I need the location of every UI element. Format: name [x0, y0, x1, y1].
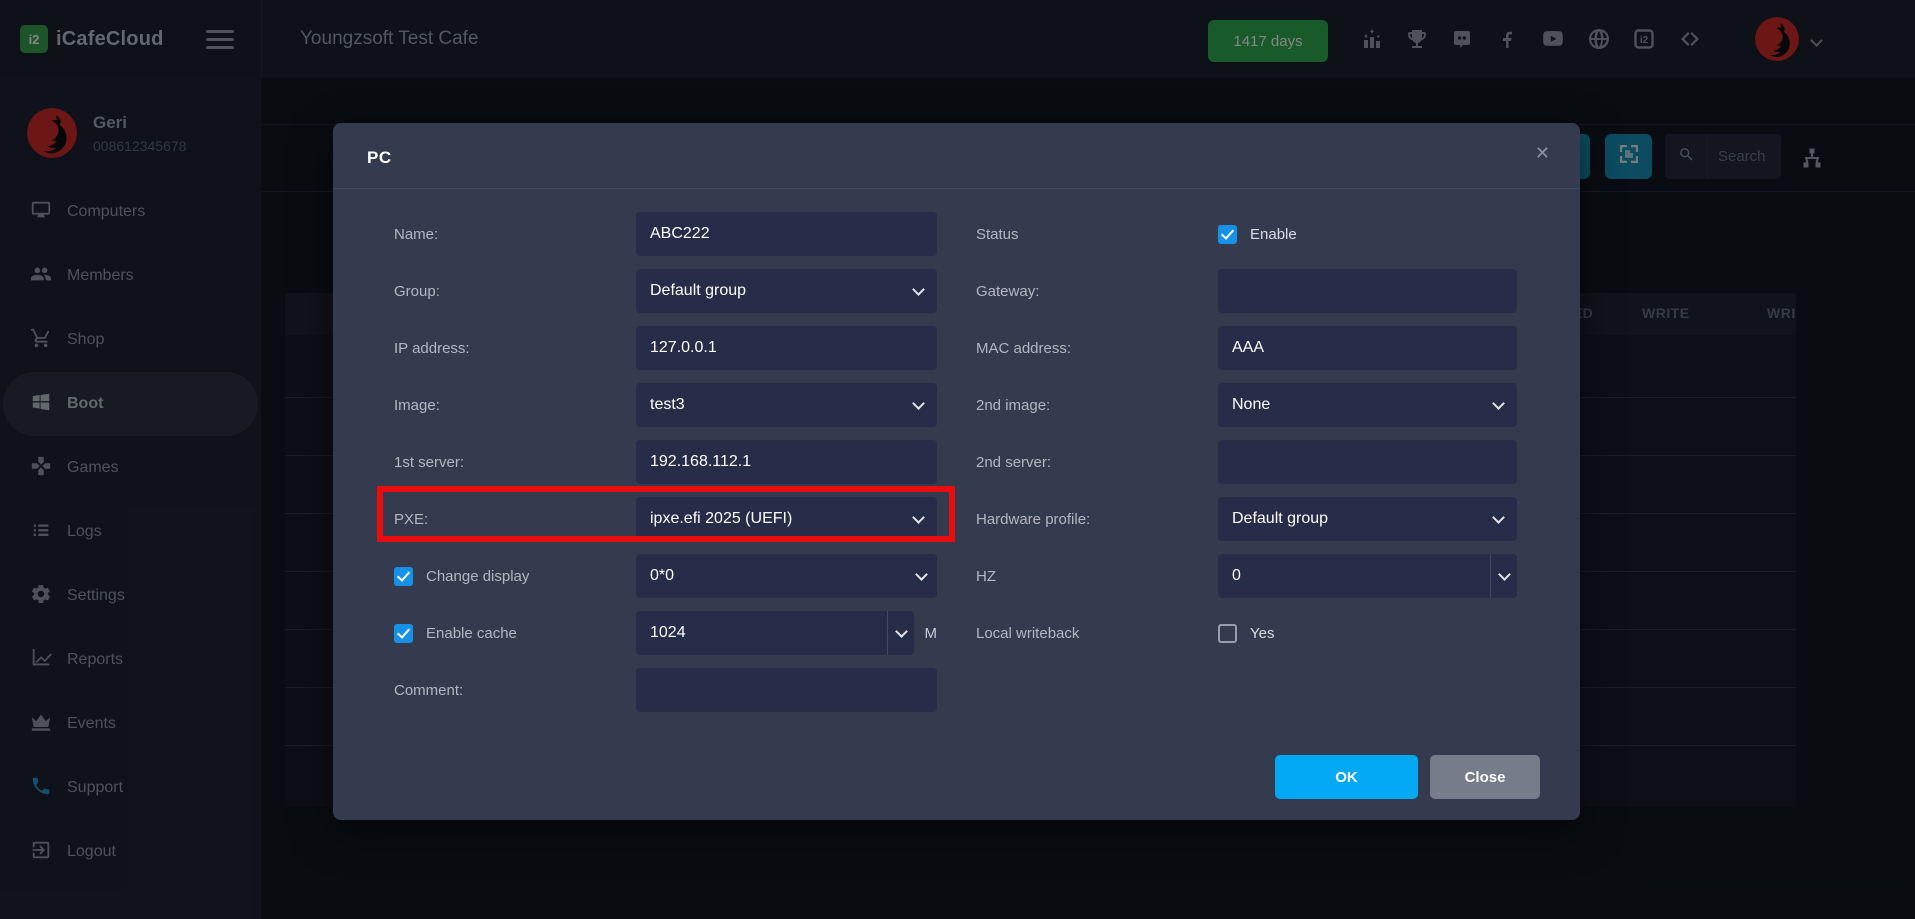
display-resolution-select[interactable]: 0*0 — [636, 554, 937, 598]
field-row-hardware-profile: Hardware profile: Default group — [976, 497, 1517, 541]
field-label: Hardware profile: — [976, 511, 1218, 528]
checkbox-label: Change display — [426, 568, 529, 585]
field-label: Group: — [394, 283, 636, 300]
field-label: PXE: — [394, 511, 636, 528]
pc-modal: PC ✕ Name: ABC222 Group: Default group I… — [333, 123, 1580, 820]
chevron-down-icon — [1492, 397, 1505, 410]
hz-select[interactable]: 0 — [1218, 554, 1517, 598]
close-button[interactable]: Close — [1430, 755, 1540, 799]
field-label: 2nd image: — [976, 397, 1218, 414]
field-row-2nd-server: 2nd server: — [976, 440, 1517, 484]
first-server-input[interactable]: 192.168.112.1 — [636, 440, 937, 484]
field-label: MAC address: — [976, 340, 1218, 357]
field-label: 2nd server: — [976, 454, 1218, 471]
hardware-profile-select[interactable]: Default group — [1218, 497, 1517, 541]
status-enable-checkbox[interactable] — [1218, 225, 1237, 244]
modal-header-divider — [333, 188, 1580, 189]
field-row-1st-server: 1st server: 192.168.112.1 — [394, 440, 937, 484]
pxe-select[interactable]: ipxe.efi 2025 (UEFI) — [636, 497, 937, 541]
chevron-down-icon — [912, 511, 925, 524]
select-divider — [1490, 554, 1491, 598]
second-server-input[interactable] — [1218, 440, 1517, 484]
cache-unit-label: M — [925, 625, 938, 642]
modal-right-column: Status Enable Gateway: MAC address: AAA … — [976, 212, 1517, 655]
field-label: Name: — [394, 226, 636, 243]
name-input[interactable]: ABC222 — [636, 212, 937, 256]
chevron-down-icon — [1492, 511, 1505, 524]
field-label: Enable cache — [394, 624, 636, 643]
field-row-status: Status Enable — [976, 212, 1517, 256]
field-row-enable-cache: Enable cache 1024 M — [394, 611, 937, 655]
enable-cache-checkbox[interactable] — [394, 624, 413, 643]
chevron-down-icon — [1498, 568, 1511, 581]
field-label: Gateway: — [976, 283, 1218, 300]
field-row-gateway: Gateway: — [976, 269, 1517, 313]
chevron-down-icon — [895, 625, 908, 638]
field-label: Status — [976, 226, 1218, 243]
field-row-name: Name: ABC222 — [394, 212, 937, 256]
local-writeback-checkbox[interactable] — [1218, 624, 1237, 643]
field-row-hz: HZ 0 — [976, 554, 1517, 598]
field-row-image: Image: test3 — [394, 383, 937, 427]
field-row-ip: IP address: 127.0.0.1 — [394, 326, 937, 370]
field-row-group: Group: Default group — [394, 269, 937, 313]
select-divider — [887, 611, 888, 655]
chevron-down-icon — [915, 568, 928, 581]
field-row-2nd-image: 2nd image: None — [976, 383, 1517, 427]
change-display-checkbox[interactable] — [394, 567, 413, 586]
field-row-mac: MAC address: AAA — [976, 326, 1517, 370]
field-row-local-writeback: Local writeback Yes — [976, 611, 1517, 655]
field-label: 1st server: — [394, 454, 636, 471]
app-root: i2 iCafeCloud Youngzsoft Test Cafe 1417 … — [0, 0, 1915, 919]
group-select[interactable]: Default group — [636, 269, 937, 313]
field-label: Change display — [394, 567, 636, 586]
image-select[interactable]: test3 — [636, 383, 937, 427]
chevron-down-icon — [912, 283, 925, 296]
field-row-change-display: Change display 0*0 — [394, 554, 937, 598]
comment-input[interactable] — [636, 668, 937, 712]
gateway-input[interactable] — [1218, 269, 1517, 313]
mac-address-input[interactable]: AAA — [1218, 326, 1517, 370]
field-label: HZ — [976, 568, 1218, 585]
chevron-down-icon — [912, 397, 925, 410]
field-row-pxe: PXE: ipxe.efi 2025 (UEFI) — [394, 497, 937, 541]
field-label: Local writeback — [976, 625, 1218, 642]
checkbox-label: Enable cache — [426, 625, 517, 642]
field-row-comment: Comment: — [394, 668, 937, 712]
ok-button[interactable]: OK — [1275, 755, 1418, 799]
ip-address-input[interactable]: 127.0.0.1 — [636, 326, 937, 370]
field-label: Image: — [394, 397, 636, 414]
checkbox-label: Enable — [1250, 226, 1297, 243]
modal-footer: OK Close — [1275, 755, 1540, 799]
field-label: IP address: — [394, 340, 636, 357]
cache-size-select[interactable]: 1024 — [636, 611, 914, 655]
checkbox-label: Yes — [1250, 625, 1274, 642]
field-label: Comment: — [394, 682, 636, 699]
modal-left-column: Name: ABC222 Group: Default group IP add… — [394, 212, 937, 712]
modal-title: PC — [367, 148, 392, 168]
second-image-select[interactable]: None — [1218, 383, 1517, 427]
close-icon[interactable]: ✕ — [1531, 139, 1554, 168]
